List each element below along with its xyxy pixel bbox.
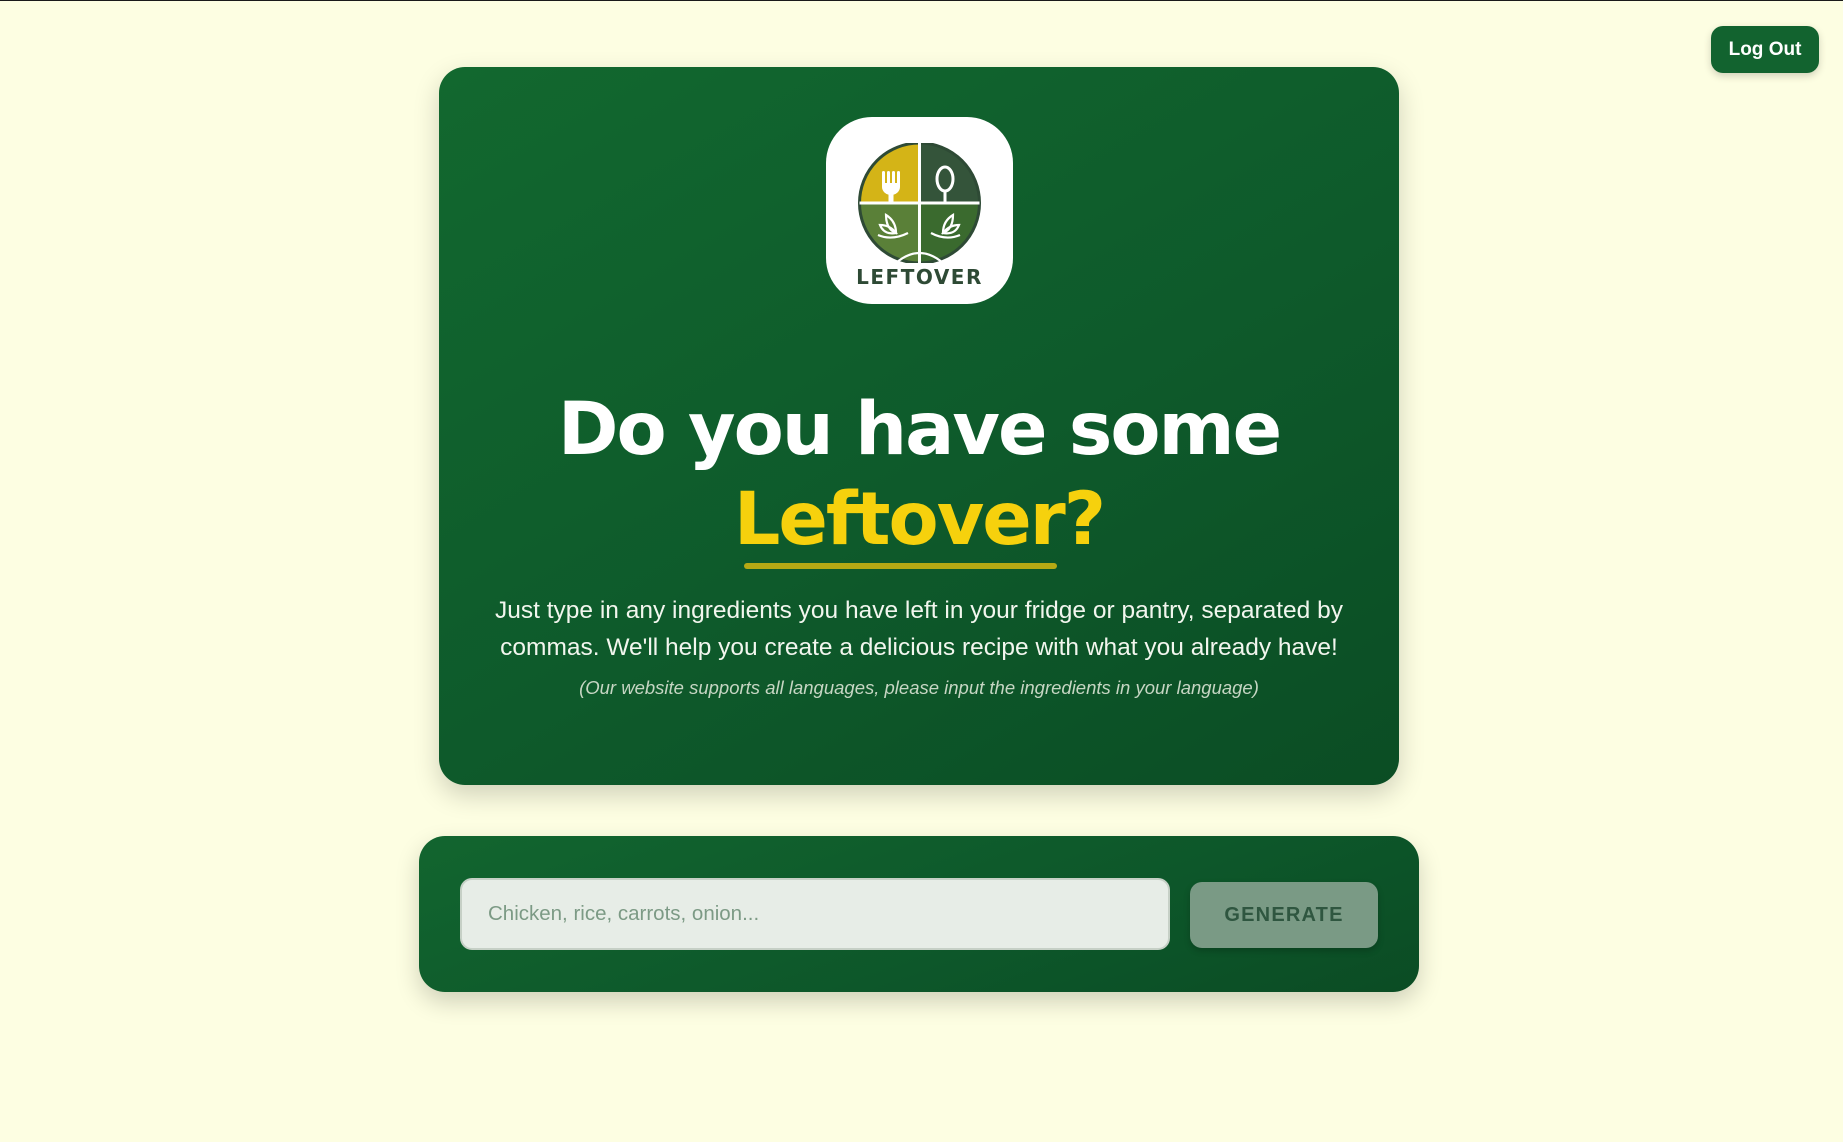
leftover-logo-icon bbox=[858, 143, 981, 263]
logout-button[interactable]: Log Out bbox=[1711, 26, 1819, 73]
accent-underline bbox=[744, 563, 1057, 569]
hero-headline: Do you have some bbox=[557, 387, 1282, 472]
logo-wordmark: LEFTOVER bbox=[856, 265, 983, 289]
hero-card: LEFTOVER Do you have some Leftover? Just… bbox=[439, 67, 1399, 785]
hero-headline-accent: Leftover? bbox=[733, 477, 1106, 562]
language-note: (Our website supports all languages, ple… bbox=[579, 677, 1259, 698]
app-logo: LEFTOVER bbox=[826, 117, 1013, 304]
hero-description: Just type in any ingredients you have le… bbox=[494, 597, 1343, 661]
ingredient-form: GENERATE bbox=[419, 836, 1419, 992]
generate-button[interactable]: GENERATE bbox=[1190, 882, 1378, 948]
ingredients-input[interactable] bbox=[460, 878, 1170, 950]
